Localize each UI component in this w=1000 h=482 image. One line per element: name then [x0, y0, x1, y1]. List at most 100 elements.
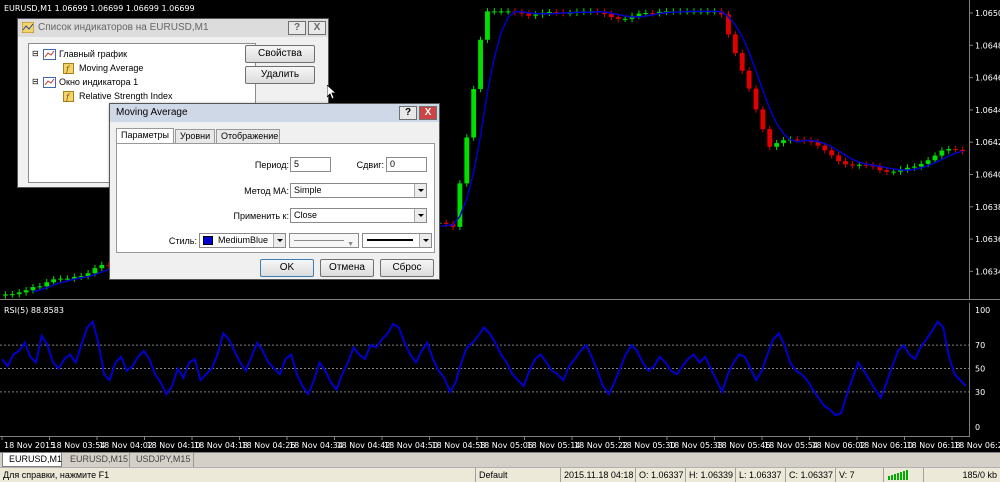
tab-levels[interactable]: Уровни — [175, 129, 215, 143]
tab-display[interactable]: Отображение — [216, 129, 280, 143]
candle-body — [953, 149, 959, 151]
chevron-down-icon[interactable] — [419, 234, 431, 247]
candle-body — [925, 160, 931, 164]
candle-body — [498, 11, 504, 13]
help-button[interactable]: ? — [288, 21, 306, 35]
price-tick-label: 1.06465 — [975, 74, 1000, 83]
chevron-down-icon[interactable] — [414, 184, 426, 197]
candle-body — [16, 292, 22, 295]
candle-body — [891, 171, 897, 173]
tab-eurusd-m15[interactable]: EURUSD,M15 — [64, 453, 130, 467]
mouse-cursor-icon — [327, 85, 337, 100]
time-tick-label: 18 Nov 05:22 — [574, 441, 628, 450]
custom-indicator-icon: f — [63, 91, 74, 102]
apply-to-select[interactable]: Close — [290, 208, 427, 223]
line-style-select[interactable]: ▼ — [289, 233, 359, 248]
candle-body — [732, 34, 738, 54]
candle-body — [608, 13, 614, 18]
time-tick-label: 18 Nov 05:46 — [717, 441, 771, 450]
apply-to-label: Применить к: — [233, 211, 289, 221]
status-traffic: 185/0 kb — [923, 468, 1000, 482]
time-tick-label: 18 Nov 05:14 — [527, 441, 581, 450]
chevron-down-icon[interactable] — [414, 209, 426, 222]
chevron-down-icon[interactable] — [273, 234, 285, 247]
cancel-button[interactable]: Отмена — [320, 259, 374, 277]
close-icon[interactable]: X — [308, 21, 326, 35]
time-tick-label: 18 Nov 06:02 — [812, 441, 866, 450]
indicator-list-titlebar[interactable]: Список индикаторов на EURUSD,M1 ? X — [18, 19, 328, 37]
color-name: MediumBlue — [218, 235, 269, 245]
indicator-window-icon — [43, 77, 56, 88]
time-tick-label: 18 Nov 04:10 — [147, 441, 201, 450]
status-low: L: 1.06337 — [735, 468, 785, 482]
parameters-panel: Период: 5 Сдвиг: 0 Метод MA: Simple Прим… — [116, 143, 435, 253]
candle-body — [939, 150, 945, 156]
status-bar: Для справки, нажмите F1 Default 2015.11.… — [0, 467, 1000, 482]
symbol-header: EURUSD,M1 1.06699 1.06699 1.06699 1.0669… — [4, 4, 195, 13]
price-tick-label: 1.06365 — [975, 235, 1000, 244]
collapse-icon[interactable]: ⊟ — [32, 48, 39, 60]
ok-button[interactable]: OK — [260, 259, 314, 277]
time-tick-label: 18 Nov 06:10 — [859, 441, 913, 450]
time-tick-label: 18 Nov 03:54 — [52, 441, 106, 450]
candle-body — [491, 11, 497, 13]
color-swatch — [203, 236, 213, 245]
tree-item-moving-average[interactable]: Moving Average — [79, 62, 143, 74]
time-tick-label: 18 Nov 04:26 — [242, 441, 296, 450]
close-icon[interactable]: X — [419, 106, 437, 120]
moving-average-dialog[interactable]: Moving Average ? X Параметры Уровни Отоб… — [109, 103, 440, 280]
status-profile: Default — [475, 468, 560, 482]
price-tick-label: 1.06485 — [975, 41, 1000, 50]
candle-body — [753, 88, 759, 110]
indicator-list-title: Список индикаторов на EURUSD,M1 — [38, 22, 209, 33]
candle-body — [884, 170, 890, 172]
time-tick-label: 18 Nov 05:06 — [479, 441, 533, 450]
tree-item-main-chart[interactable]: Главный график — [59, 48, 127, 60]
rsi-chart[interactable]: 100 70 50 30 0 RSI(5) 88.8583 — [0, 303, 1000, 436]
status-high: H: 1.06339 — [685, 468, 735, 482]
price-tick-label: 1.06405 — [975, 171, 1000, 180]
time-tick-label: 18 Nov 06:18 — [907, 441, 961, 450]
tab-usdjpy-m15[interactable]: USDJPY,M15 — [130, 453, 194, 467]
candle-body — [457, 183, 463, 227]
tab-parameters[interactable]: Параметры — [116, 128, 174, 144]
shift-input[interactable]: 0 — [386, 157, 427, 172]
candle-body — [533, 14, 539, 16]
candle-body — [905, 167, 910, 170]
candle-body — [932, 155, 938, 161]
chevron-down-icon[interactable]: ▼ — [347, 238, 354, 247]
candle-body — [9, 294, 15, 296]
delete-button[interactable]: Удалить — [245, 66, 315, 84]
ma-dialog-titlebar[interactable]: Moving Average ? X — [110, 104, 439, 122]
price-tick-label: 1.06505 — [975, 9, 1000, 18]
period-input[interactable]: 5 — [290, 157, 331, 172]
tab-eurusd-m1[interactable]: EURUSD,M1 — [2, 453, 62, 467]
reset-button[interactable]: Сброс — [380, 259, 434, 277]
tree-item-indicator-window[interactable]: Окно индикатора 1 — [59, 76, 138, 88]
time-tick-label: 18 Nov 04:02 — [99, 441, 153, 450]
indicator-list-icon — [22, 22, 34, 33]
candle-body — [464, 137, 470, 184]
ma-method-select[interactable]: Simple — [290, 183, 427, 198]
candle-body — [37, 286, 43, 288]
rsi-tick-label: 0 — [975, 423, 980, 432]
line-width-select[interactable] — [362, 233, 432, 248]
candle-body — [526, 13, 532, 16]
candle-body — [51, 279, 57, 283]
time-tick-label: 18 Nov 04:18 — [194, 441, 248, 450]
price-tick-label: 1.06445 — [975, 106, 1000, 115]
tree-item-rsi[interactable]: Relative Strength Index — [79, 90, 173, 102]
line-width-preview — [367, 239, 413, 241]
color-select[interactable]: MediumBlue — [199, 233, 286, 248]
collapse-icon[interactable]: ⊟ — [32, 76, 39, 88]
candle-body — [822, 145, 828, 151]
help-button[interactable]: ? — [399, 106, 417, 120]
price-axis: 1.06505 1.06485 1.06465 1.06445 1.06425 1.064… — [969, 9, 1000, 300]
time-tick-label: 18 Nov 04:50 — [384, 441, 438, 450]
style-label: Стиль: — [168, 236, 197, 246]
candle-body — [30, 287, 36, 291]
properties-button[interactable]: Свойства — [245, 45, 315, 63]
candle-body — [58, 278, 63, 280]
time-ticks: 18 Nov 201518 Nov 03:5418 Nov 04:0218 No… — [1, 436, 1000, 450]
status-close: C: 1.06337 — [785, 468, 835, 482]
